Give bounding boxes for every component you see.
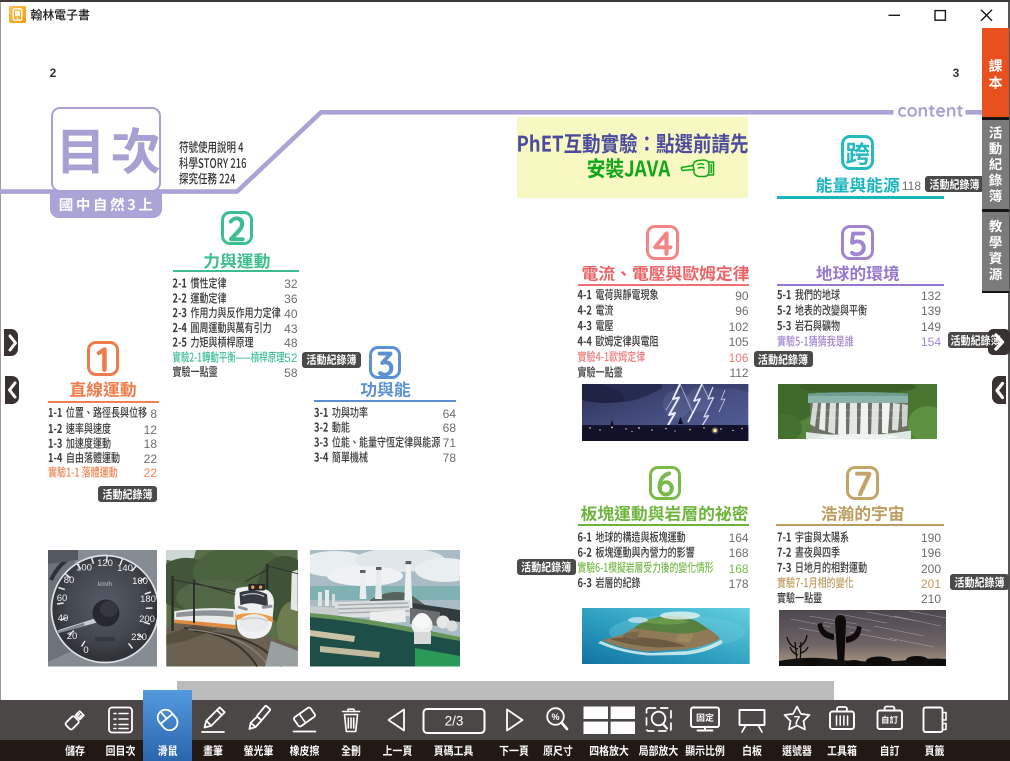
svg-text:20: 20 (67, 631, 78, 642)
svg-text:km/h: km/h (98, 581, 112, 588)
svg-text:2/3: 2/3 (445, 714, 464, 729)
svg-text:80: 80 (64, 575, 75, 586)
svg-text:160: 160 (132, 576, 148, 587)
svg-text:%: % (551, 712, 559, 722)
svg-text:220: 220 (131, 632, 147, 643)
svg-text:120: 120 (97, 558, 113, 569)
svg-text:0: 0 (83, 645, 88, 656)
svg-text:40: 40 (58, 613, 69, 624)
svg-text:180: 180 (140, 594, 156, 605)
svg-text:200: 200 (139, 614, 155, 625)
svg-text:140: 140 (117, 563, 133, 574)
svg-text:60: 60 (57, 593, 68, 604)
svg-text:7: 7 (794, 714, 801, 728)
svg-text:100: 100 (76, 563, 92, 574)
